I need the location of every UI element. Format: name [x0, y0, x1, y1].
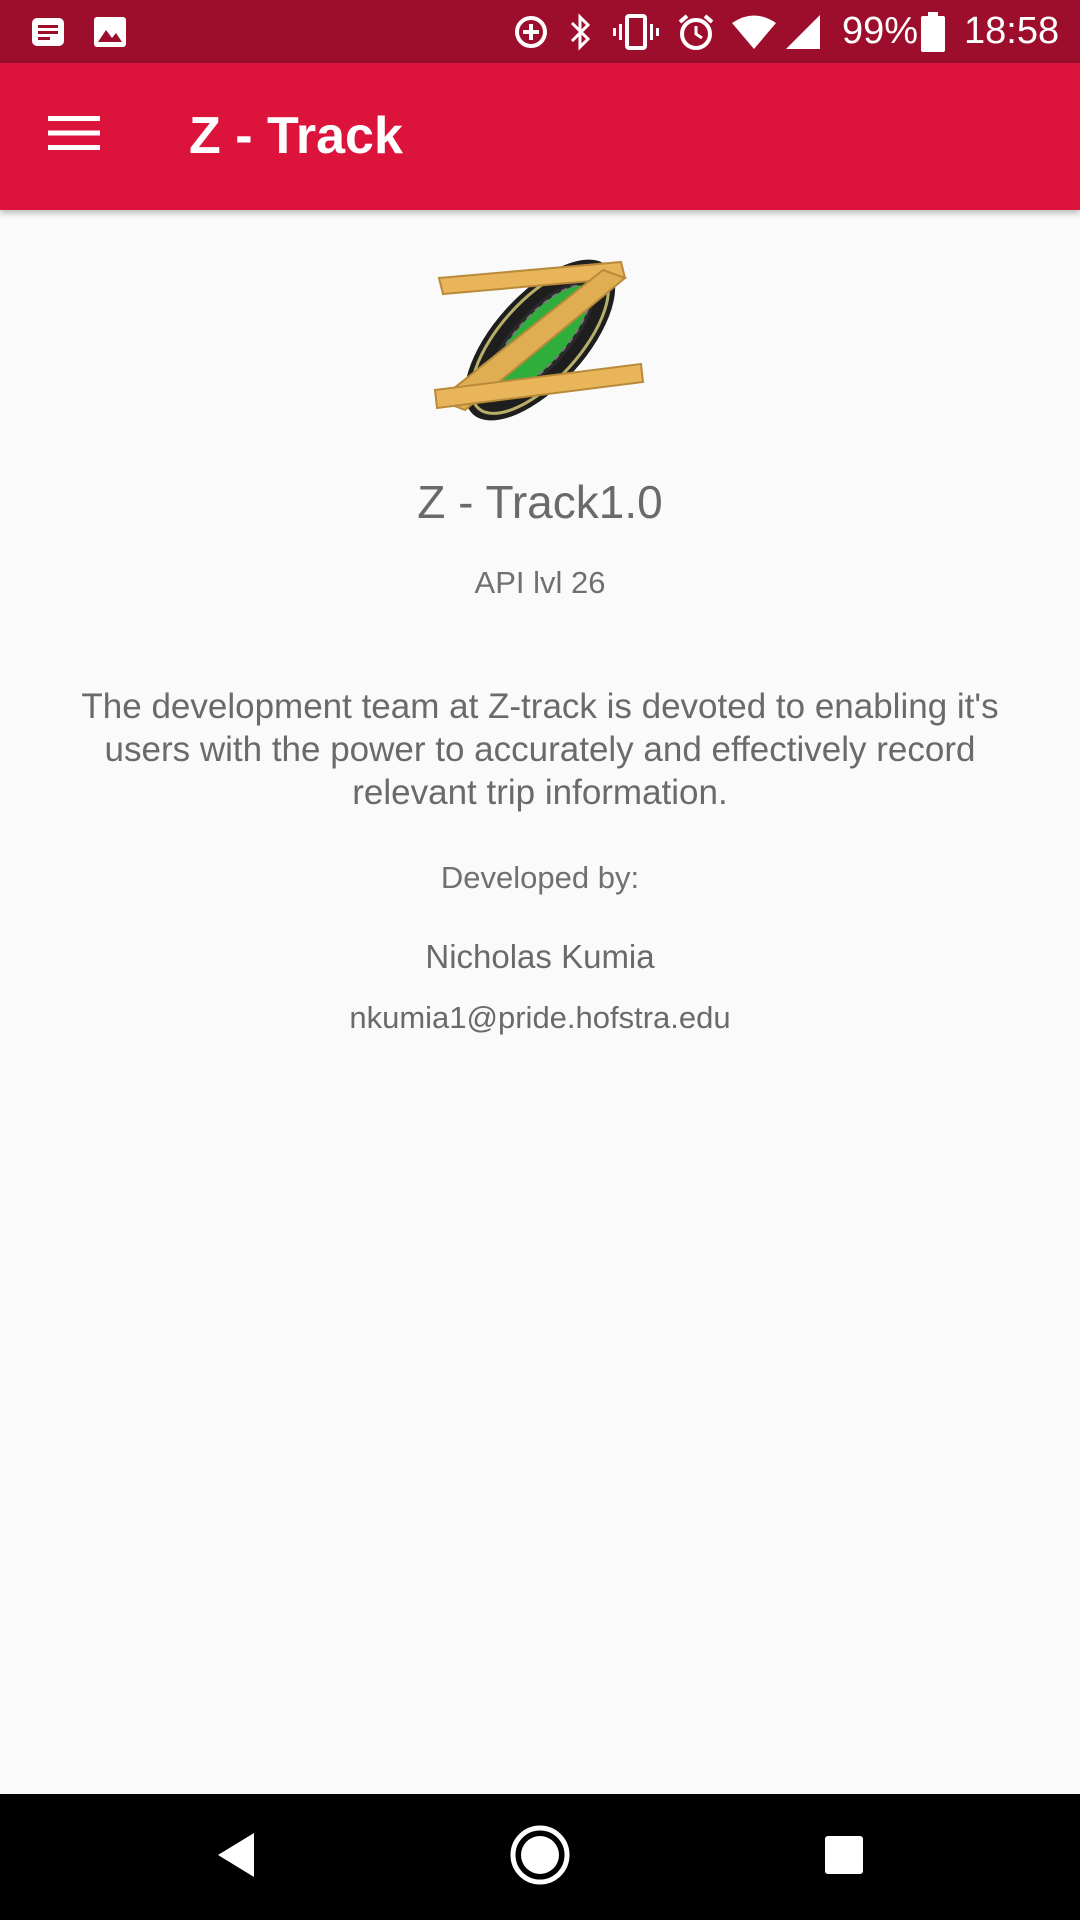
- app-description: The development team at Z-track is devot…: [81, 687, 999, 812]
- signal-icon: [784, 0, 822, 63]
- developer-name: Nicholas Kumia: [425, 938, 655, 975]
- developed-by-label: Developed by:: [440, 860, 640, 895]
- app-name-version: Z - Track1.0: [417, 476, 663, 528]
- vibrate-icon: [612, 0, 660, 63]
- recents-button[interactable]: [794, 1807, 894, 1907]
- wifi-icon: [730, 0, 778, 63]
- home-circle-icon: [509, 1824, 571, 1891]
- battery-icon: [920, 0, 946, 63]
- app-bar: Z - Track: [0, 63, 1080, 210]
- api-level: API lvl 26: [474, 565, 606, 600]
- hamburger-menu-icon: [48, 115, 100, 156]
- bluetooth-icon: [566, 0, 596, 63]
- navigation-bar: [0, 1794, 1080, 1920]
- battery-percent: 99%: [842, 10, 919, 52]
- app-title: Z - Track: [189, 107, 403, 165]
- back-triangle-icon: [214, 1831, 258, 1884]
- status-bar: 99% 18:58: [0, 0, 1080, 63]
- image-icon: [92, 0, 128, 63]
- notification-icon: [28, 0, 68, 63]
- about-content: Z - Track1.0 API lvl 26 The development …: [0, 210, 1080, 1794]
- home-button[interactable]: [490, 1807, 590, 1907]
- recents-square-icon: [823, 1834, 865, 1881]
- screen: 99% 18:58 Z - Track Z - Track1.0 API lvl…: [0, 0, 1080, 1920]
- clock: 18:58: [964, 10, 1060, 52]
- z-track-logo: [425, 240, 655, 440]
- alarm-icon: [676, 0, 716, 63]
- back-button[interactable]: [186, 1807, 286, 1907]
- developer-email: nkumia1@pride.hofstra.edu: [349, 1000, 731, 1035]
- hamburger-menu-button[interactable]: [24, 85, 124, 185]
- data-saver-icon: [512, 0, 550, 63]
